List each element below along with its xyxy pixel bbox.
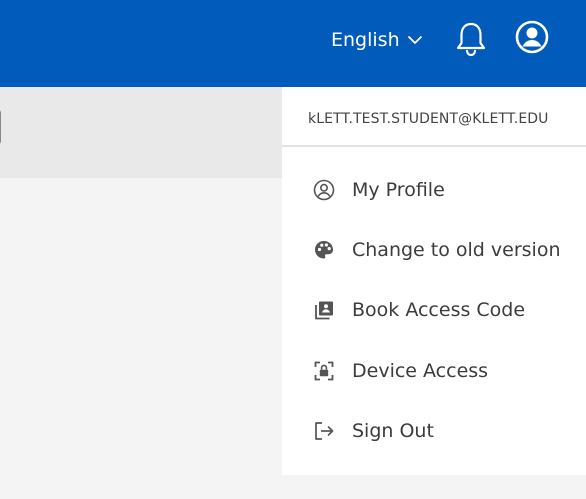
language-selector[interactable]: English (331, 26, 423, 54)
menu-item-book-access-code[interactable]: Book Access Code (282, 288, 586, 332)
account-dropdown-menu: kLETT.TEST.STUDENT@KLETT.EDU My Profile … (282, 87, 586, 475)
menu-item-label: My Profile (352, 179, 445, 201)
menu-item-label: Book Access Code (352, 299, 526, 321)
menu-item-label: Device Access (352, 360, 489, 382)
menu-item-sign-out[interactable]: Sign Out (282, 409, 586, 453)
menu-item-my-profile[interactable]: My Profile (282, 168, 586, 212)
divider (282, 145, 586, 147)
menu-item-change-to-old-version[interactable]: Change to old version (282, 228, 586, 272)
palette-icon (313, 239, 335, 261)
page-toolbar-area (0, 87, 282, 178)
profile-icon (313, 179, 335, 201)
bell-icon[interactable] (455, 21, 487, 57)
top-header-bar: English (0, 0, 586, 87)
device-lock-icon (313, 360, 335, 382)
sign-out-icon (313, 420, 335, 442)
chevron-down-icon (407, 28, 423, 50)
user-email: kLETT.TEST.STUDENT@KLETT.EDU (308, 111, 549, 127)
book-access-icon (313, 299, 335, 321)
language-label: English (331, 29, 400, 51)
menu-item-device-access[interactable]: Device Access (282, 349, 586, 393)
partial-control[interactable] (0, 109, 1, 145)
menu-item-label: Change to old version (352, 239, 561, 261)
menu-item-label: Sign Out (352, 420, 434, 442)
account-circle-icon[interactable] (515, 20, 549, 54)
